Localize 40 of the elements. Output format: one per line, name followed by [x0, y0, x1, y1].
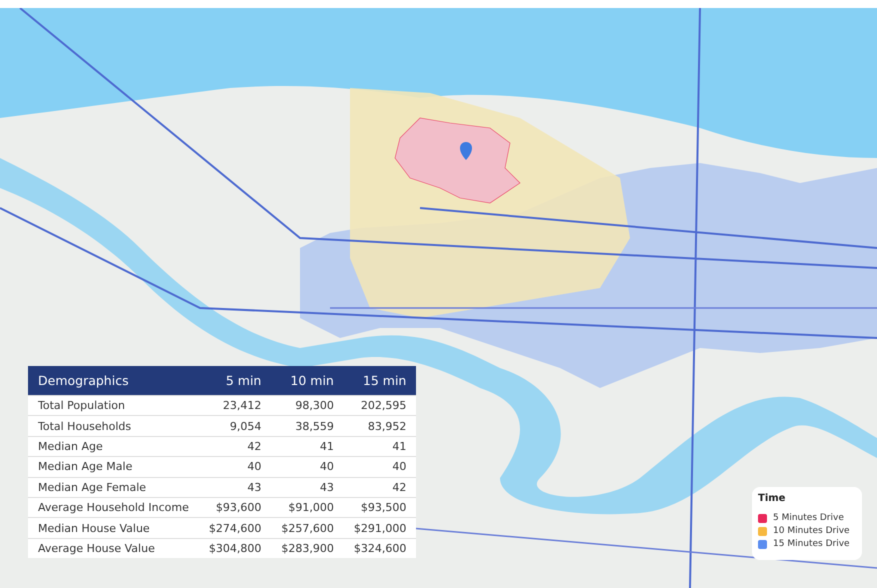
- table-cell: 23,412: [198, 396, 272, 416]
- table-cell: 43: [271, 477, 344, 498]
- table-cell: 40: [198, 456, 272, 478]
- table-cell: Average Household Income: [28, 497, 199, 518]
- legend-label: 5 Minutes Drive: [773, 513, 844, 523]
- table-cell: $291,000: [344, 518, 416, 538]
- legend-title: Time: [758, 493, 786, 504]
- table-cell: 41: [344, 436, 416, 457]
- column-header: Demographics: [28, 366, 199, 396]
- table-cell: Median Age: [28, 436, 199, 457]
- table-cell: Total Households: [28, 416, 199, 436]
- table-cell: 9,054: [198, 416, 272, 436]
- legend-label: 10 Minutes Drive: [773, 526, 850, 536]
- table-cell: $274,600: [198, 518, 272, 538]
- table-cell: 42: [344, 477, 416, 498]
- table-cell: $93,500: [344, 497, 416, 518]
- table-cell: $283,900: [271, 538, 344, 558]
- table-cell: 40: [344, 456, 416, 478]
- table-cell: 42: [198, 436, 272, 457]
- table-cell: Median Age Male: [28, 456, 199, 478]
- table-cell: $257,600: [271, 518, 344, 538]
- table-cell: $91,000: [271, 497, 344, 518]
- table-cell: $93,600: [198, 497, 272, 518]
- table-cell: Average House Value: [28, 538, 199, 558]
- table-cell: 98,300: [271, 396, 344, 416]
- table-cell: $304,800: [198, 538, 272, 558]
- table-cell: 83,952: [344, 416, 416, 436]
- table-cell: $324,600: [344, 538, 416, 558]
- column-header: 10 min: [271, 366, 344, 396]
- table-cell: 202,595: [344, 396, 416, 416]
- legend-label: 15 Minutes Drive: [773, 539, 850, 549]
- table-cell: Median House Value: [28, 518, 199, 538]
- table-cell: 40: [271, 456, 344, 478]
- table-cell: 41: [271, 436, 344, 457]
- column-header: 15 min: [344, 366, 416, 396]
- column-header: 5 min: [198, 366, 272, 396]
- table-cell: 38,559: [271, 416, 344, 436]
- table-cell: Median Age Female: [28, 477, 199, 498]
- table-cell: 43: [198, 477, 272, 498]
- table-cell: Total Population: [28, 396, 199, 416]
